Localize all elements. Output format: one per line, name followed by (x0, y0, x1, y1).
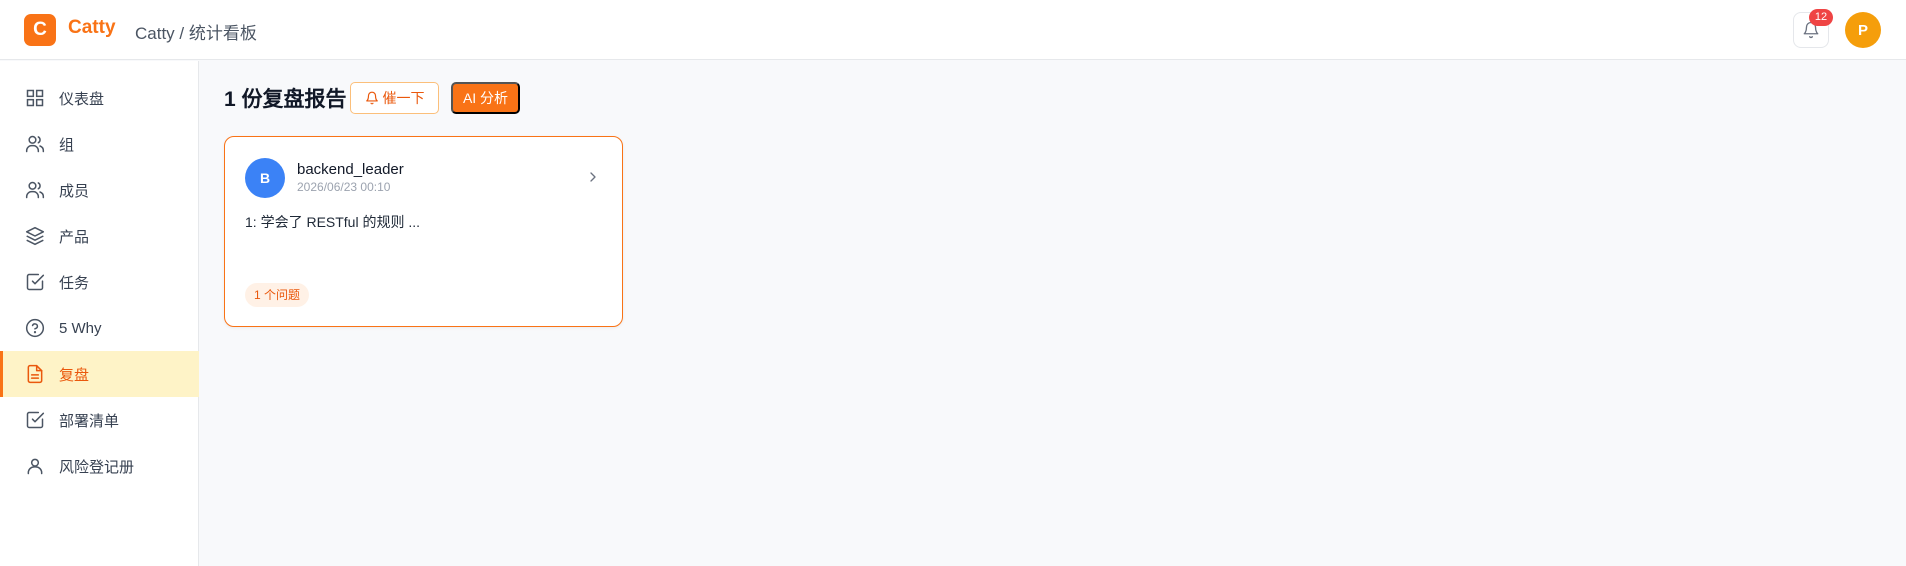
notification-badge: 12 (1809, 9, 1833, 26)
help-circle-icon (24, 318, 45, 339)
users-icon (24, 180, 45, 201)
logo-icon[interactable]: C (24, 14, 56, 46)
bell-icon (365, 91, 378, 105)
sidebar-item-label: 风险登记册 (59, 458, 135, 476)
sidebar-item-dashboard[interactable]: 仪表盘 (0, 75, 199, 121)
card-timestamp: 2026/06/23 00:10 (297, 180, 391, 194)
sidebar-item-label: 5 Why (59, 319, 102, 337)
page-title: 1 份复盘报告 (224, 88, 347, 111)
issue-count-badge: 1 个问题 (245, 283, 310, 307)
remind-button-label: 催一下 (382, 90, 425, 106)
card-username: backend_leader (297, 161, 404, 178)
sidebar-item-label: 部署清单 (59, 412, 120, 430)
chevron-right-icon[interactable] (585, 169, 601, 185)
sidebar-item-retrospective[interactable]: 复盘 (0, 351, 199, 397)
sidebar-item-tasks[interactable]: 任务 (0, 259, 199, 305)
ai-analysis-button[interactable]: AI 分析 (451, 82, 520, 114)
ai-analysis-label: AI 分析 (462, 90, 509, 106)
sidebar-item-label: 任务 (59, 274, 90, 292)
sidebar-item-label: 仪表盘 (59, 90, 105, 108)
sidebar-item-label: 组 (59, 136, 75, 154)
sidebar-item-5why[interactable]: 5 Why (0, 305, 199, 351)
sidebar-item-label: 复盘 (59, 366, 90, 384)
remind-button[interactable]: 催一下 (350, 82, 439, 114)
grid-icon (24, 88, 45, 109)
sidebar-item-deploy-checklist[interactable]: 部署清单 (0, 397, 199, 443)
sidebar-item-risk-register[interactable]: 风险登记册 (0, 443, 199, 489)
top-bar: C Catty Catty / 统计看板 12 P (0, 0, 1906, 60)
sidebar-item-label: 产品 (59, 228, 90, 246)
check-square-icon (24, 272, 45, 293)
sidebar-item-products[interactable]: 产品 (0, 213, 199, 259)
brand-name[interactable]: Catty (68, 17, 116, 39)
users-icon (24, 134, 45, 155)
sidebar-item-label: 成员 (59, 182, 90, 200)
card-summary: 1: 学会了 RESTful 的规则 ... (245, 214, 421, 230)
file-text-icon (24, 364, 45, 385)
layers-icon (24, 226, 45, 247)
sidebar-item-members[interactable]: 成员 (0, 167, 199, 213)
avatar: B (245, 158, 285, 198)
check-square-icon (24, 410, 45, 431)
sidebar: 仪表盘 组 成员 产品 任务 5 Why 复盘 部署清单 风险登记册 (0, 61, 199, 566)
retrospective-card[interactable]: B backend_leader 2026/06/23 00:10 1: 学会了… (224, 136, 623, 327)
sidebar-item-groups[interactable]: 组 (0, 121, 199, 167)
user-icon (24, 456, 45, 477)
breadcrumb: Catty / 统计看板 (135, 24, 257, 43)
user-avatar[interactable]: P (1845, 12, 1881, 48)
